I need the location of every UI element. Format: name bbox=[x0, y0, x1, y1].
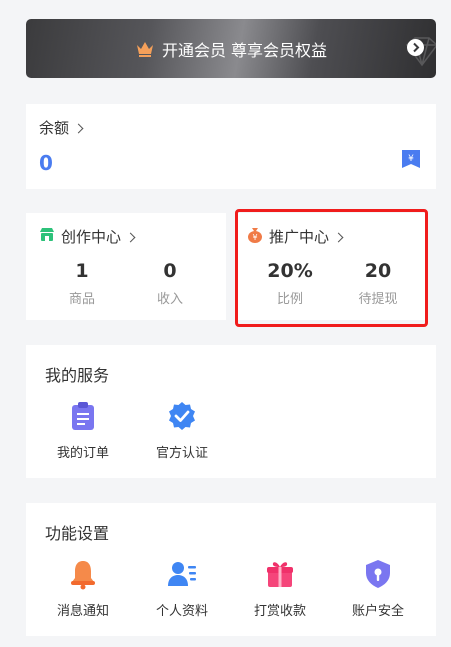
official-verification-label: 官方认证 bbox=[155, 446, 208, 461]
products-stat[interactable]: 1 商品 bbox=[42, 260, 122, 307]
my-services-card: 我的服务 我的订单 官方认证 bbox=[26, 345, 436, 478]
chevron-right-icon[interactable] bbox=[407, 39, 424, 56]
settings-title: 功能设置 bbox=[45, 524, 110, 543]
products-label: 商品 bbox=[68, 292, 95, 307]
income-stat[interactable]: 0 收入 bbox=[130, 260, 210, 307]
tip-payment-label: 打赏收款 bbox=[253, 604, 306, 619]
notifications-item[interactable]: 消息通知 bbox=[33, 558, 133, 619]
balance-value: 0 bbox=[39, 151, 53, 175]
promotion-center-card[interactable]: ¥ 推广中心 20% 比例 20 待提现 bbox=[236, 213, 428, 320]
my-orders-label: 我的订单 bbox=[56, 446, 109, 461]
balance-label-row: 余额 bbox=[39, 117, 84, 138]
vip-banner[interactable]: 开通会员 尊享会员权益 bbox=[26, 19, 436, 78]
svg-text:¥: ¥ bbox=[252, 233, 257, 242]
balance-card[interactable]: 余额 0 ¥ bbox=[26, 104, 436, 189]
wallet-icon: ¥ bbox=[400, 148, 422, 174]
my-orders-item[interactable]: 我的订单 bbox=[33, 400, 133, 461]
creation-center-title: 创作中心 bbox=[61, 228, 122, 246]
tip-payment-item[interactable]: 打赏收款 bbox=[230, 558, 330, 619]
clipboard-icon bbox=[67, 400, 99, 432]
verified-badge-icon bbox=[166, 400, 198, 432]
ratio-value: 20% bbox=[267, 260, 313, 282]
pending-withdraw-label: 待提现 bbox=[358, 292, 398, 307]
balance-label: 余额 bbox=[39, 119, 70, 137]
official-verification-item[interactable]: 官方认证 bbox=[132, 400, 232, 461]
ratio-stat[interactable]: 20% 比例 bbox=[250, 260, 330, 307]
crown-icon bbox=[135, 40, 155, 58]
gift-icon bbox=[264, 558, 296, 590]
store-icon bbox=[39, 227, 55, 246]
settings-card: 功能设置 消息通知 个人资料 打赏收款 账户安全 bbox=[26, 503, 436, 636]
income-label: 收入 bbox=[156, 292, 183, 307]
chevron-right-icon bbox=[333, 232, 344, 242]
svg-text:¥: ¥ bbox=[408, 154, 414, 164]
chevron-right-icon bbox=[73, 123, 84, 133]
shield-icon bbox=[362, 558, 394, 590]
account-security-label: 账户安全 bbox=[351, 604, 404, 619]
income-amount: 0 bbox=[163, 260, 177, 282]
products-count: 1 bbox=[75, 260, 89, 282]
money-bag-icon: ¥ bbox=[247, 227, 263, 247]
pending-withdraw-value: 20 bbox=[364, 260, 392, 282]
notifications-label: 消息通知 bbox=[56, 604, 109, 619]
bell-icon bbox=[67, 558, 99, 590]
promotion-center-title: 推广中心 bbox=[269, 228, 330, 246]
profile-item[interactable]: 个人资料 bbox=[132, 558, 232, 619]
profile-card-icon bbox=[166, 558, 198, 590]
my-services-title: 我的服务 bbox=[45, 366, 110, 385]
profile-label: 个人资料 bbox=[155, 604, 208, 619]
creation-center-card[interactable]: 创作中心 1 商品 0 收入 bbox=[26, 213, 226, 320]
promotion-center-header[interactable]: ¥ 推广中心 bbox=[247, 226, 344, 247]
vip-banner-text: 开通会员 尊享会员权益 bbox=[161, 40, 328, 60]
ratio-label: 比例 bbox=[276, 292, 303, 307]
pending-withdraw-stat[interactable]: 20 待提现 bbox=[338, 260, 418, 307]
account-security-item[interactable]: 账户安全 bbox=[328, 558, 428, 619]
creation-center-header[interactable]: 创作中心 bbox=[39, 226, 136, 247]
chevron-right-icon bbox=[125, 232, 136, 242]
